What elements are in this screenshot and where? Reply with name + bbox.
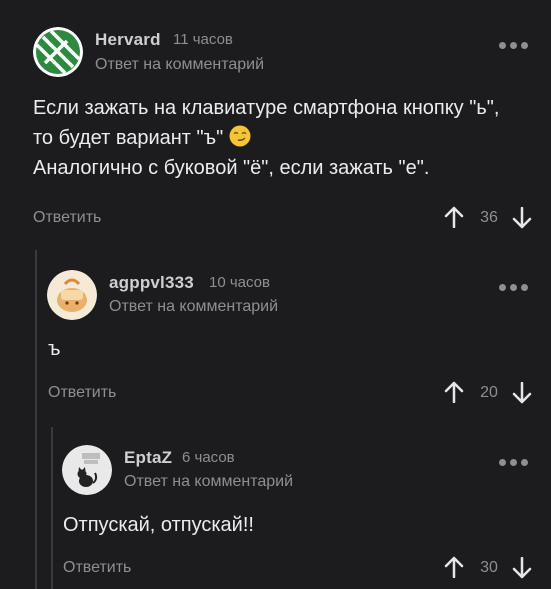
timestamp: 6 часов [182, 449, 235, 466]
cat-sticker-avatar-icon [62, 445, 112, 495]
upvote-arrow-icon[interactable] [444, 556, 464, 578]
comment-line: Отпускай, отпускай!! [63, 514, 254, 536]
reply-note[interactable]: Ответ на комментарий [124, 473, 293, 491]
username[interactable]: EptaZ [124, 448, 172, 468]
more-options-icon[interactable] [499, 453, 533, 466]
comment-text: Отпускай, отпускай!! [63, 510, 533, 540]
downvote-arrow-icon[interactable] [512, 557, 532, 579]
comment: EptaZ 6 часов Ответ на комментарий Отпус… [0, 0, 551, 589]
avatar[interactable] [62, 445, 112, 495]
reply-button[interactable]: Ответить [63, 559, 131, 577]
score: 30 [480, 559, 498, 576]
